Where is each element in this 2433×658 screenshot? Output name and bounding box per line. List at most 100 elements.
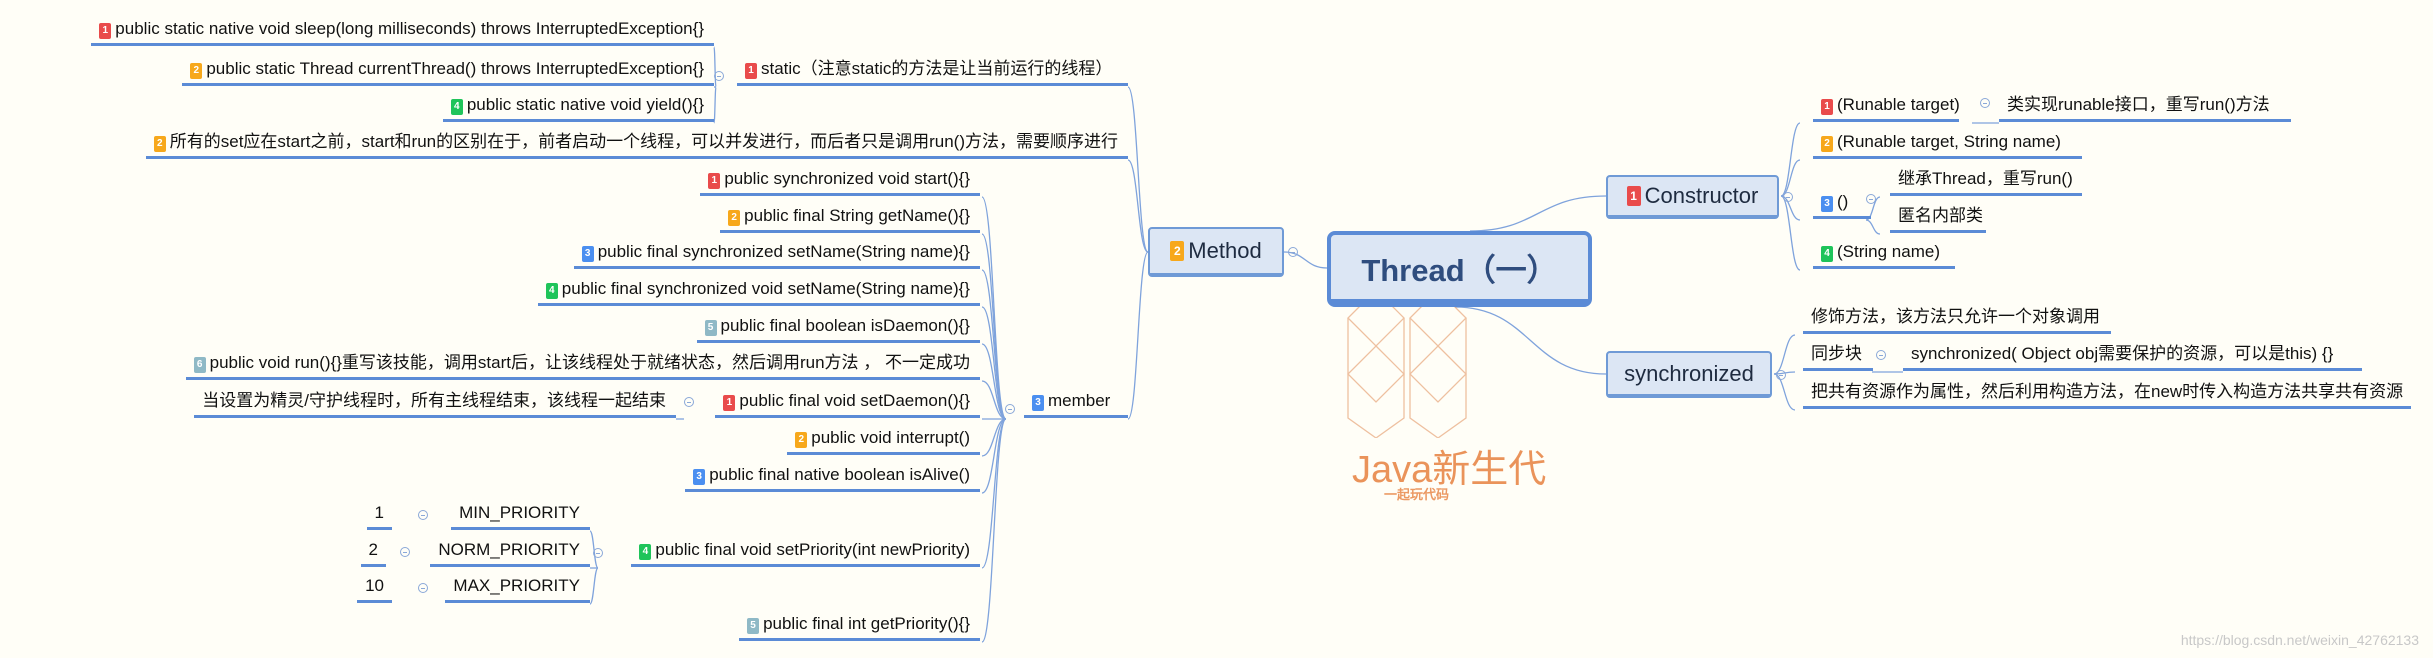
priority-badge: 4 [1821,246,1833,262]
static-label: static（注意static的方法是让当前运行的线程） [761,59,1113,78]
connector [1780,122,1801,197]
priority-badge: 6 [193,357,206,373]
priority-constant[interactable]: MAX_PRIORITY [445,574,590,603]
priority-badge: 3 [1032,395,1044,411]
connector [1773,334,1796,375]
member-method[interactable]: 3 public final synchronized setName(Strin… [573,240,980,269]
connector [981,233,1007,420]
node-text: (Runable target, String name) [1837,132,2061,151]
node-text: () [1837,192,1849,211]
constructor-runnable-note[interactable]: 类实现runable接口，重写run()方法 [1999,93,2291,122]
priority-badge: 4 [450,99,463,115]
central-topic[interactable]: Thread（一） [1327,231,1592,307]
node-text: public static native void sleep(long mil… [115,19,704,38]
method-topic[interactable]: 2 Method [1148,227,1284,277]
priority-badge: 2 [153,136,166,152]
node-text: public final String getName(){} [744,206,970,225]
constructor-runnable-name[interactable]: 2 (Runable target, String name) [1813,130,2082,159]
connector [713,46,717,88]
member-method[interactable]: 6 public void run(){}重写该技能，调用start后，让该线程处… [185,351,980,380]
member-method[interactable]: 2 public final String getName(){} [720,204,980,233]
constructor-sub-anonymous[interactable]: 匿名内部类 [1890,204,1986,233]
member-method[interactable]: 2 public void interrupt() [787,426,980,455]
node-text: public final void setDaemon(){} [739,391,970,410]
collapse-icon[interactable] [1288,247,1298,257]
member-method[interactable]: 1 public final void setDaemon(){} [715,389,980,418]
priority-badge: 5 [704,320,717,336]
member-topic[interactable]: 3 member [1024,389,1128,418]
member-method[interactable]: 5 public final boolean isDaemon(){} [696,314,980,343]
node-text: public void interrupt() [811,428,970,447]
priority-constant[interactable]: NORM_PRIORITY [430,538,590,567]
collapse-icon[interactable] [1783,192,1793,202]
collapse-icon[interactable] [1776,370,1786,380]
static-method-currentthread[interactable]: 2 public static Thread currentThread() th… [182,57,714,86]
priority-badge: 2 [1821,136,1833,152]
collapse-icon[interactable] [418,583,428,593]
watermark-url: https://blog.csdn.net/weixin_42762133 [2180,632,2419,648]
member-method[interactable]: 3 public final native boolean isAlive() [685,463,980,492]
synchronized-method[interactable]: 修饰方法，该方法只允许一个对象调用 [1803,305,2111,334]
watermark-brand: Java新生代 [1352,449,1547,491]
constructor-runnable[interactable]: 1 (Runable target) [1813,93,1960,122]
setdaemon-note[interactable]: 当设置为精灵/守护线程时，所有主线程结束，该线程一起结束 [194,389,676,418]
connector [981,343,1007,420]
set-note[interactable]: 2 所有的set应在start之前，start和run的区别在于，前者启动一个线程… [145,130,1128,159]
member-method[interactable]: 1 public synchronized void start(){} [700,167,980,196]
connector [1469,195,1607,232]
connector [1865,219,1881,235]
collapse-icon[interactable] [714,71,724,81]
synchronized-topic[interactable]: synchronized [1606,351,1772,398]
priority-value[interactable]: 2 [360,538,386,567]
collapse-icon[interactable] [1005,404,1015,414]
static-method-yield[interactable]: 4 public static native void yield(){} [442,93,714,122]
collapse-icon[interactable] [400,547,410,557]
constructor-sub-extend[interactable]: 继承Thread，重写run() [1890,167,2082,196]
connector [981,418,1007,494]
collapse-icon[interactable] [1876,350,1886,360]
priority-badge: 2 [795,432,808,448]
priority-value[interactable]: 1 [366,501,392,530]
member-method[interactable]: 4 public final void setPriority(int newPr… [631,538,980,567]
node-text: (String name) [1837,242,1940,261]
priority-badge: 2 [728,210,741,226]
priority-badge: 1 [99,23,112,39]
synchronized-block[interactable]: 同步块 [1803,342,1873,371]
static-topic[interactable]: 1 static（注意static的方法是让当前运行的线程） [737,57,1128,86]
collapse-icon[interactable] [1866,194,1876,204]
priority-badge: 1 [1626,186,1641,206]
priority-badge: 3 [1821,196,1833,212]
constructor-empty[interactable]: 3() [1813,190,1871,219]
synchronized-label: synchronized [1624,360,1754,386]
collapse-icon[interactable] [684,397,694,407]
priority-value[interactable]: 10 [357,574,392,603]
static-method-sleep[interactable]: 1 public static native void sleep(long mi… [91,17,714,46]
collapse-icon[interactable] [418,510,428,520]
priority-badge: 1 [723,395,736,411]
member-label: member [1048,391,1111,410]
priority-constant[interactable]: MIN_PRIORITY [451,501,590,530]
connector [713,86,717,124]
constructor-string-name[interactable]: 4 (String name) [1813,240,1955,269]
connector [1127,86,1149,253]
node-text: public void run(){}重写该技能，调用start后，让该线程处于… [209,353,970,372]
node-text: public final boolean isDaemon(){} [720,316,971,335]
synchronized-shared-resource[interactable]: 把共有资源作为属性，然后利用构造方法，在new时传入构造方法共享共有资源 [1803,380,2411,409]
priority-badge: 2 [190,63,203,79]
constructor-topic[interactable]: 1 Constructor [1606,175,1779,219]
member-method[interactable]: 5 public final int getPriority(){} [739,612,980,641]
connector [981,196,1007,420]
priority-badge: 1 [708,173,721,189]
collapse-icon[interactable] [593,548,603,558]
node-text: public final synchronized setName(String… [597,242,970,261]
constructor-label: Constructor [1644,183,1759,208]
node-text: public final native boolean isAlive() [709,465,970,484]
connector [981,418,1007,569]
connector [589,567,599,605]
member-method[interactable]: 4 public final synchronized void setName(… [537,277,980,306]
node-text: (Runable target) [1837,95,1960,114]
node-text: public final void setPriority(int newPri… [655,540,970,559]
priority-badge: 5 [747,618,760,634]
collapse-icon[interactable] [1980,98,1990,108]
synchronized-block-note[interactable]: synchronized( Object obj需要保护的资源，可以是this)… [1903,342,2362,371]
